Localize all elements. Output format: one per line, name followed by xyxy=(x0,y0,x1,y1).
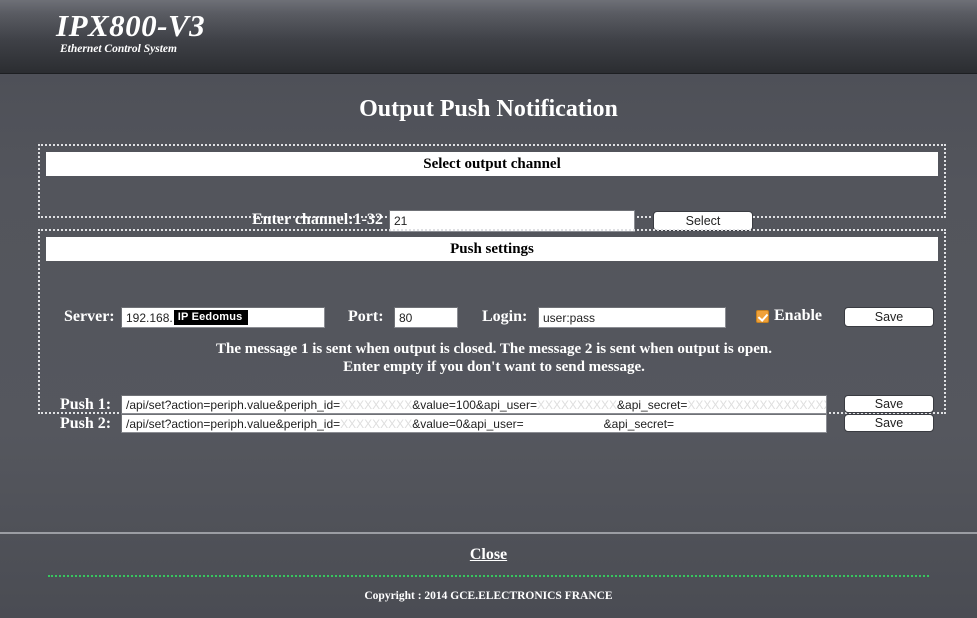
brand-subtitle: Ethernet Control System xyxy=(60,43,177,55)
server-input[interactable]: 192.168. IP Eedomus xyxy=(121,307,325,328)
login-label: Login: xyxy=(482,308,528,325)
select-button[interactable]: Select xyxy=(653,211,753,231)
checkbox-checked-icon[interactable] xyxy=(756,309,769,323)
select-output-channel-panel: Select output channel Enter channel:1-32… xyxy=(38,144,946,232)
push2-redaction-3: XXXXXXXXXXXXXXXXXXX xyxy=(674,416,827,431)
push1-redaction-3: XXXXXXXXXXXXXXXXXX xyxy=(687,397,826,412)
push-panel-header: Push settings xyxy=(46,237,938,261)
push1-redaction-1: XXXXXXXXX xyxy=(340,397,413,412)
login-input[interactable]: user:pass xyxy=(538,307,726,328)
port-input[interactable]: 80 xyxy=(394,307,458,328)
push-note-line1: The message 1 is sent when output is clo… xyxy=(215,341,773,357)
push1-part1: /api/set?action=periph.value&periph_id= xyxy=(126,397,341,412)
push1-part3: &api_secret= xyxy=(617,397,688,412)
push-settings-panel: Push settings Server: 192.168. IP Eedomus… xyxy=(38,229,946,433)
close-link[interactable]: Close xyxy=(0,546,977,564)
port-label: Port: xyxy=(348,308,384,325)
push2-part1: /api/set?action=periph.value&periph_id= xyxy=(126,416,341,431)
push2-part2: &value=0&api_user= xyxy=(412,416,524,431)
copyright-text: Copyright : 2014 GCE.ELECTRONICS FRANCE xyxy=(364,590,613,602)
push2-redaction-1: XXXXXXXXX xyxy=(340,416,413,431)
push-note-line2: Enter empty if you don't want to send me… xyxy=(343,359,645,375)
app-header: IPX800-V3 Ethernet Control System xyxy=(0,0,977,74)
push2-part4: &update_only=1 xyxy=(826,417,827,431)
enable-label: Enable xyxy=(774,307,823,324)
push1-part2: &value=100&api_user= xyxy=(412,397,537,412)
push-panel-header-text: Push settings xyxy=(450,240,534,257)
push2-redaction-2: XXXXXXXXXX xyxy=(523,416,604,431)
channel-panel-header: Select output channel xyxy=(46,152,938,176)
enable-checkbox-wrap[interactable]: Enable xyxy=(756,307,822,325)
page-root: IPX800-V3 Ethernet Control System Output… xyxy=(0,0,977,618)
push2-part3: &api_secret= xyxy=(603,416,675,431)
push1-redaction-2: XXXXXXXXXX xyxy=(536,397,618,412)
footer-divider xyxy=(0,532,977,534)
server-redaction-overlay: IP Eedomus xyxy=(173,310,249,325)
channel-panel-header-text: Select output channel xyxy=(423,155,561,172)
server-label: Server: xyxy=(64,308,115,325)
push1-save-button[interactable]: Save xyxy=(844,395,934,413)
push2-input[interactable]: /api/set?action=periph.value&periph_id=X… xyxy=(121,414,827,433)
push2-save-button[interactable]: Save xyxy=(844,414,934,432)
save-settings-button[interactable]: Save xyxy=(844,307,934,327)
push1-input[interactable]: /api/set?action=periph.value&periph_id=X… xyxy=(121,395,827,414)
push1-label: Push 1: xyxy=(60,396,112,413)
channel-label: Enter channel:1-32 xyxy=(252,211,383,228)
push1-text: /api/set?action=periph.value&periph_id=X… xyxy=(126,397,826,412)
brand-title: IPX800-V3 xyxy=(56,8,206,43)
page-title: Output Push Notification xyxy=(359,96,618,122)
push2-label: Push 2: xyxy=(60,415,112,432)
push-note: The message 1 is sent when output is clo… xyxy=(46,340,942,376)
push2-text: /api/set?action=periph.value&periph_id=X… xyxy=(126,416,827,431)
server-value-prefix: 192.168. xyxy=(126,310,173,325)
footer-green-rule xyxy=(48,575,929,577)
